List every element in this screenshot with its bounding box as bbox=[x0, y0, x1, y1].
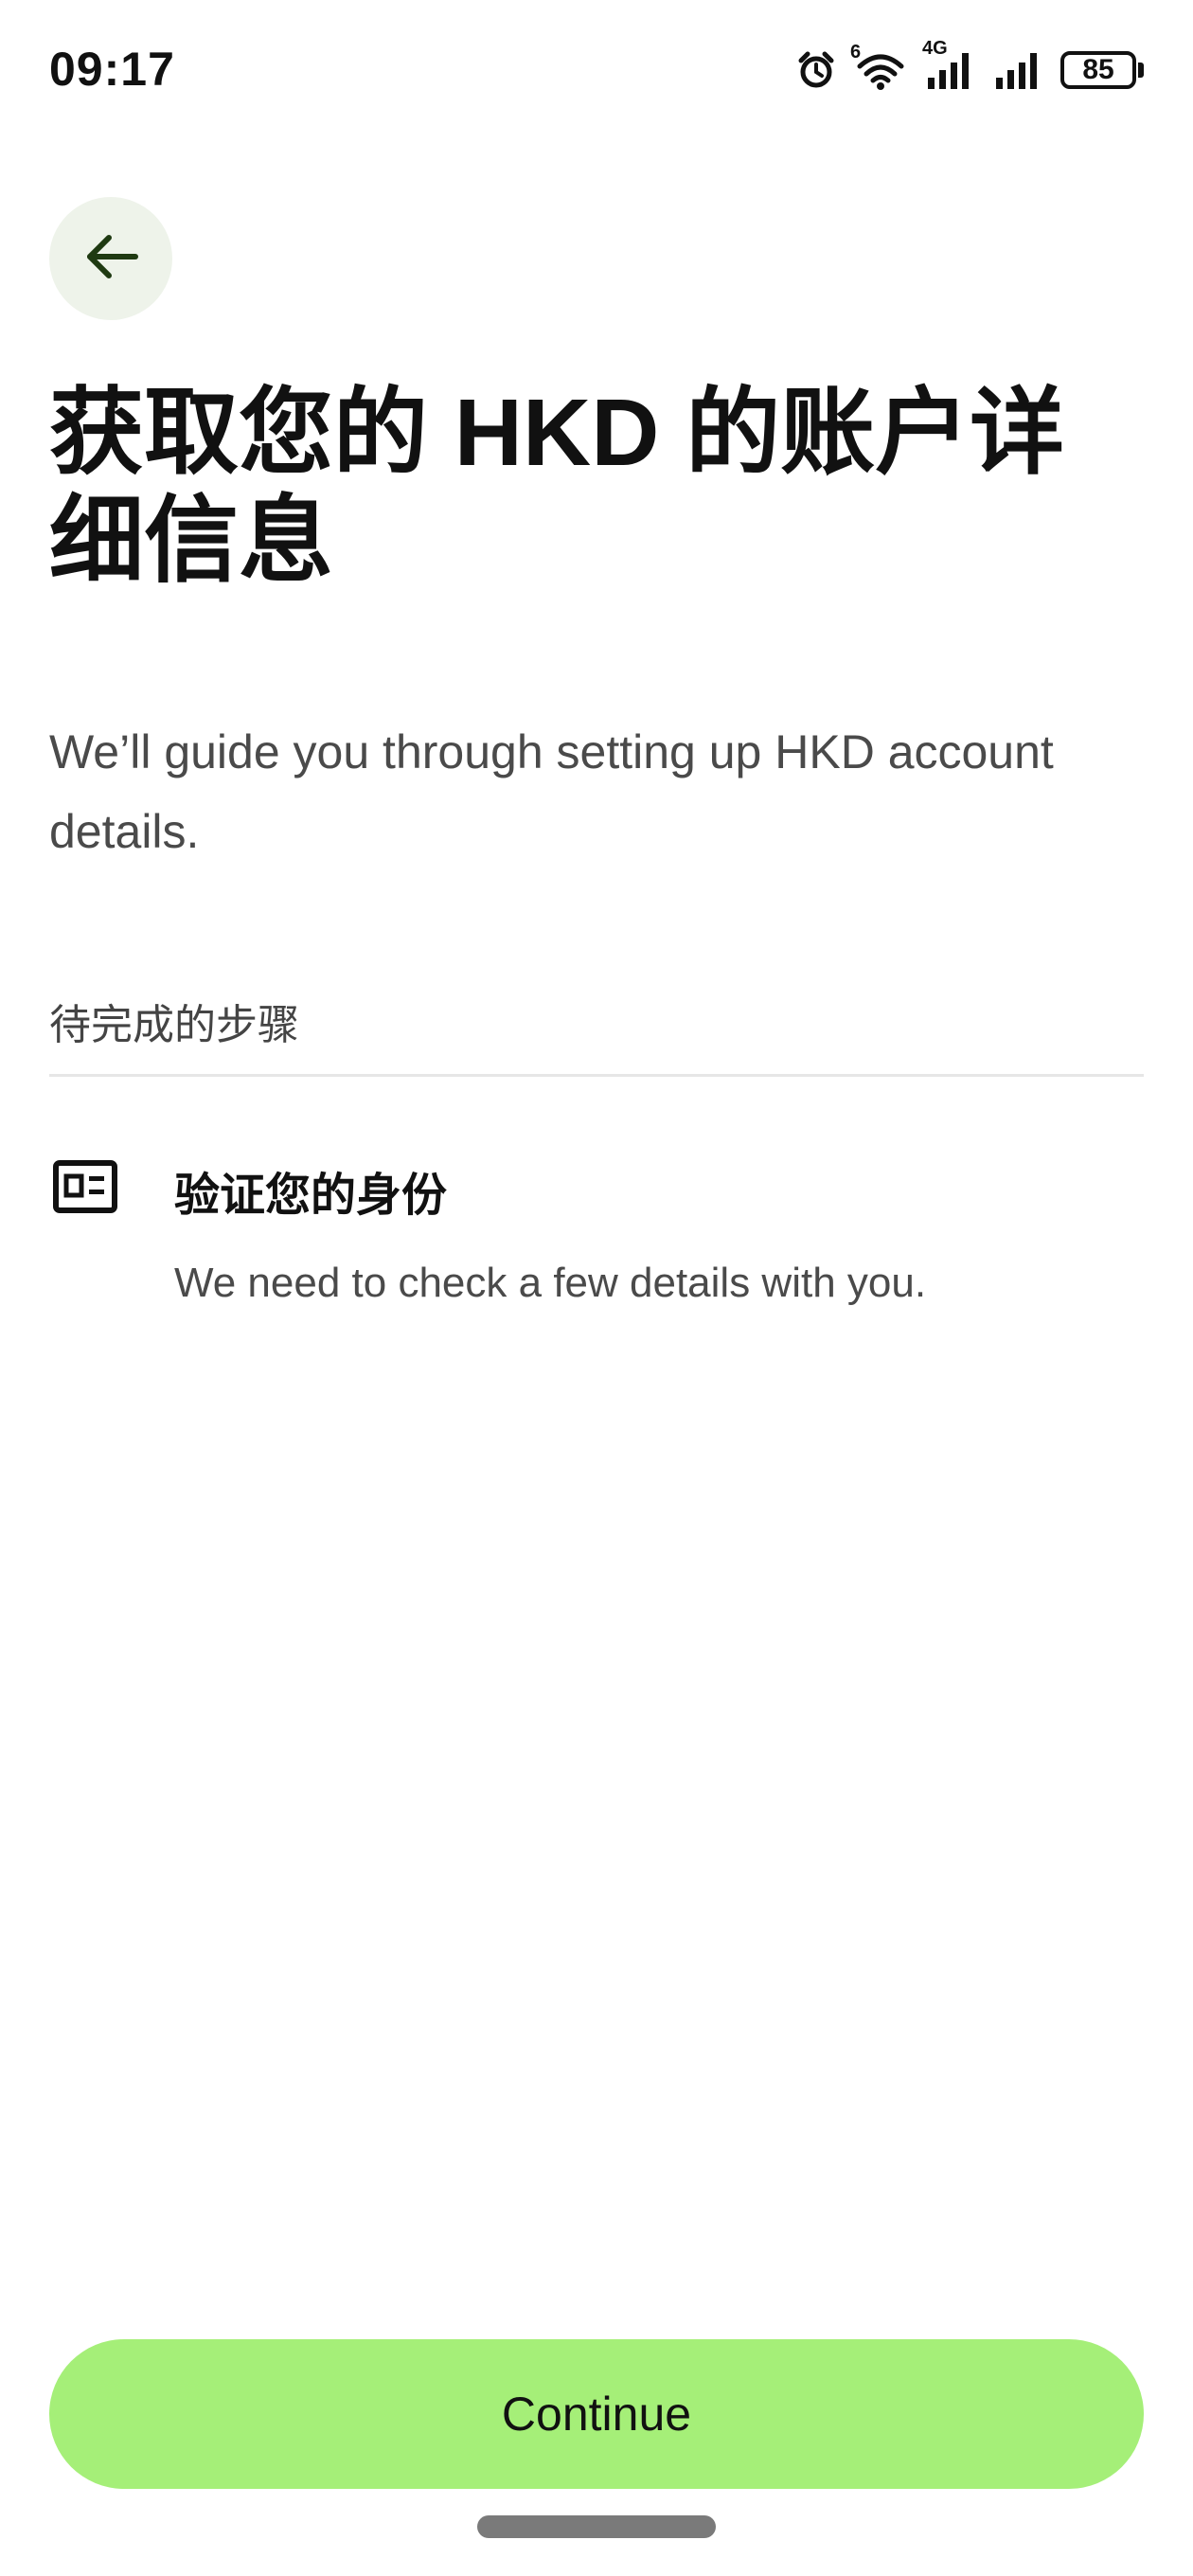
arrow-left-icon bbox=[82, 232, 139, 286]
section-divider bbox=[49, 1074, 1144, 1077]
cellular-4g-icon: 4G bbox=[922, 38, 975, 91]
continue-button[interactable]: Continue bbox=[49, 2339, 1144, 2489]
step-title: 验证您的身份 bbox=[174, 1171, 448, 1221]
battery-level: 85 bbox=[1060, 51, 1136, 89]
wifi-badge: 6 bbox=[850, 42, 862, 63]
battery-icon: 85 bbox=[1060, 51, 1144, 89]
id-card-icon bbox=[53, 1160, 117, 1213]
page-description: We’ll guide you through setting up HKD a… bbox=[49, 725, 1054, 858]
home-indicator[interactable] bbox=[477, 2515, 716, 2538]
step-description: We need to check a few details with you. bbox=[174, 1260, 927, 1306]
network-label: 4G bbox=[922, 38, 948, 59]
alarm-icon bbox=[795, 49, 837, 91]
battery-tip bbox=[1138, 63, 1144, 78]
page-title: 获取您的 HKD 的账户详细信息 bbox=[49, 380, 1065, 594]
screen: 09:17 6 4G 85 获取您的 HKD 的账户详细信息 We’ll gui… bbox=[0, 0, 1193, 2576]
steps-section-label: 待完成的步骤 bbox=[49, 1002, 299, 1048]
status-icons: 6 4G 85 bbox=[795, 38, 1144, 97]
back-button[interactable] bbox=[49, 197, 172, 320]
status-time: 09:17 bbox=[49, 43, 175, 96]
cellular-signal-icon bbox=[992, 49, 1043, 91]
wifi-icon: 6 bbox=[850, 42, 907, 91]
